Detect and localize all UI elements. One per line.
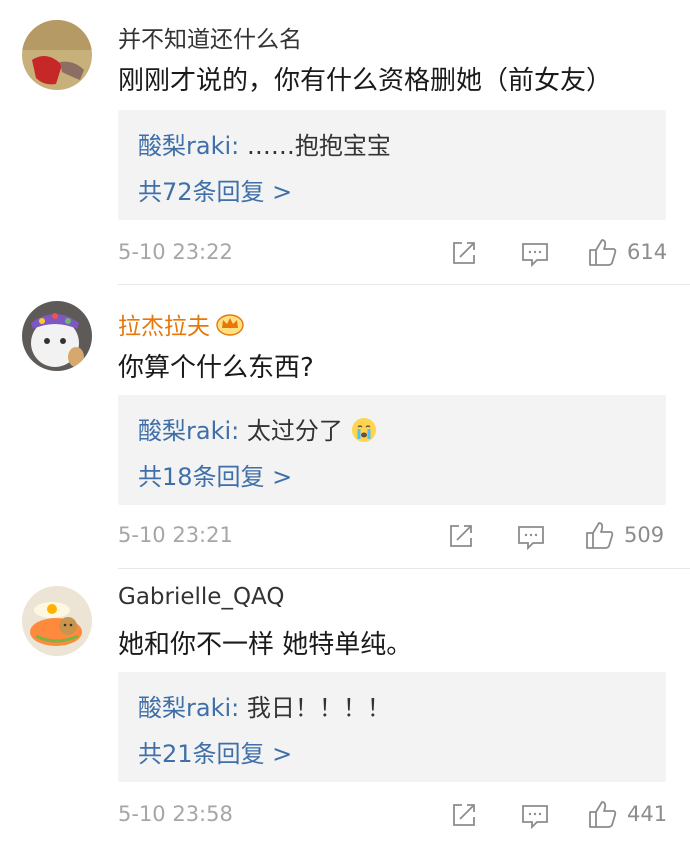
comment-icon[interactable] [521, 241, 549, 271]
reply-username[interactable]: 酸梨raki: [138, 132, 239, 160]
share-icon[interactable] [448, 523, 474, 553]
comment-item: 并不知道还什么名 刚刚才说的，你有什么资格删她（前女友） 酸梨raki: ……抱… [0, 0, 690, 285]
comment-item: Gabrielle_QAQ 她和你不一样 她特单纯。 酸梨raki: 我日！！！… [0, 570, 690, 845]
view-replies-link[interactable]: 共18条回复 > [138, 457, 292, 492]
reply-text: 太过分了 [246, 417, 343, 445]
reply-username[interactable]: 酸梨raki: [138, 417, 239, 445]
like-count: 509 [624, 523, 665, 547]
reply-box[interactable]: 酸梨raki: 太过分了 共18条回复 > [118, 395, 666, 505]
divider [118, 568, 690, 569]
username[interactable]: Gabrielle_QAQ [118, 584, 284, 610]
crown-badge-icon[interactable] [216, 312, 244, 342]
crying-emoji-icon [351, 417, 377, 449]
reply-text: 我日！！！！ [246, 694, 391, 722]
avatar[interactable] [22, 301, 92, 371]
username-text[interactable]: 拉杰拉夫 [118, 314, 210, 340]
like-icon[interactable] [588, 799, 618, 833]
timestamp: 5-10 23:58 [118, 802, 233, 826]
username[interactable]: 拉杰拉夫 [118, 307, 244, 342]
share-icon[interactable] [451, 802, 477, 832]
avatar[interactable] [22, 20, 92, 90]
view-replies-link[interactable]: 共72条回复 > [138, 172, 292, 207]
comment-icon[interactable] [517, 524, 545, 554]
view-replies-link[interactable]: 共21条回复 > [138, 734, 292, 769]
comment-text: 她和你不一样 她特单纯。 [118, 630, 413, 660]
like-count: 441 [627, 802, 668, 826]
share-icon[interactable] [451, 240, 477, 270]
comment-item: 拉杰拉夫 你算个什么东西? 酸梨raki: 太过分了 共18条回复 > 5-10… [0, 285, 690, 570]
like-count: 614 [627, 240, 668, 264]
username[interactable]: 并不知道还什么名 [118, 20, 302, 54]
timestamp: 5-10 23:22 [118, 240, 233, 264]
reply-text: ……抱抱宝宝 [246, 132, 391, 160]
comment-text: 你算个什么东西? [118, 353, 314, 383]
comment-text: 刚刚才说的，你有什么资格删她（前女友） [118, 66, 613, 96]
reply-box[interactable]: 酸梨raki: 我日！！！！ 共21条回复 > [118, 672, 666, 782]
comment-icon[interactable] [521, 803, 549, 833]
like-icon[interactable] [588, 237, 618, 271]
timestamp: 5-10 23:21 [118, 523, 233, 547]
avatar[interactable] [22, 586, 92, 656]
reply-username[interactable]: 酸梨raki: [138, 694, 239, 722]
like-icon[interactable] [585, 520, 615, 554]
reply-box[interactable]: 酸梨raki: ……抱抱宝宝 共72条回复 > [118, 110, 666, 220]
